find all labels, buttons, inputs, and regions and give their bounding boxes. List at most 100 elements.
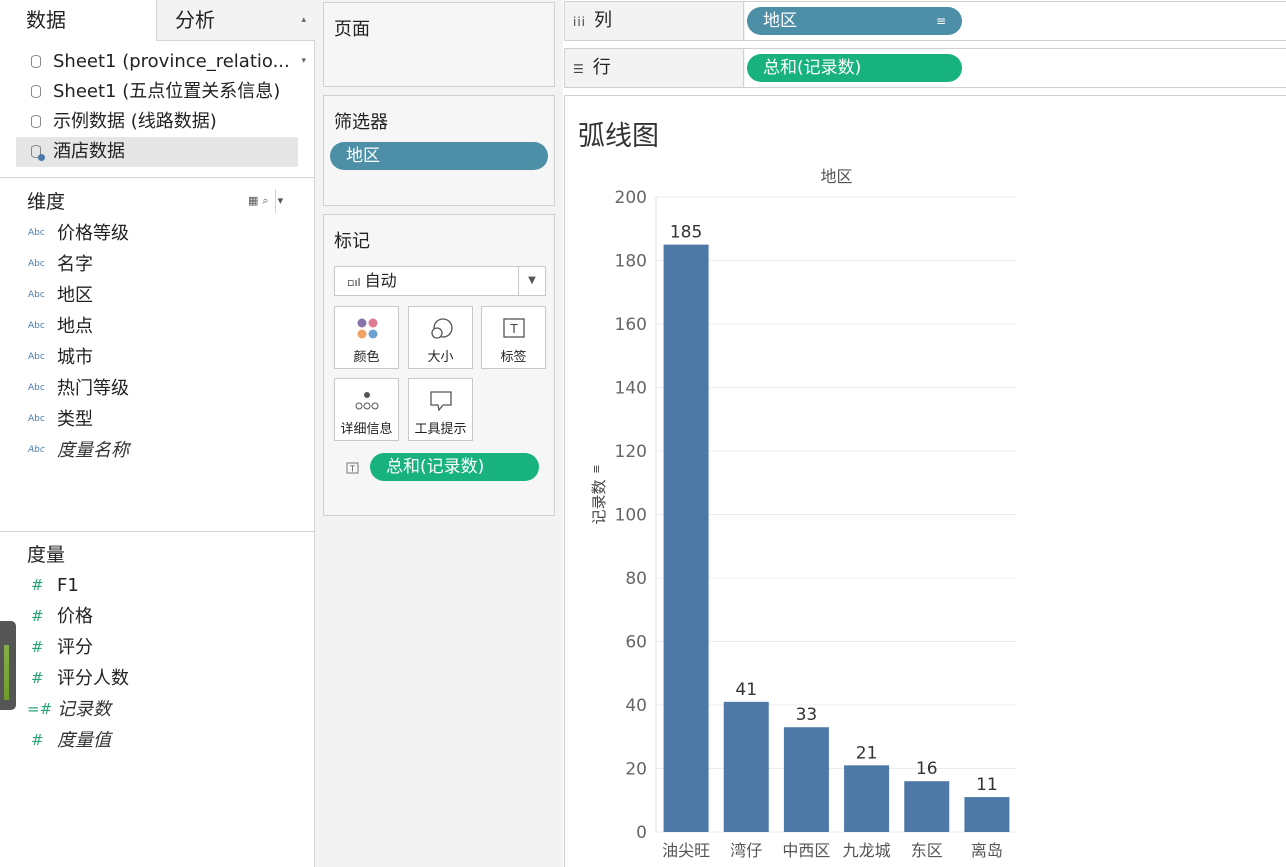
datasource-item-active[interactable]: 酒店数据: [16, 137, 298, 167]
string-type-icon: Abc: [28, 259, 45, 269]
y-tick-label: 160: [615, 315, 647, 335]
measure-field[interactable]: =# 记录数: [27, 694, 307, 725]
datasource-item[interactable]: Sheet1 (province_relatio...: [16, 47, 298, 77]
number-type-icon: #: [31, 607, 44, 625]
field-label: 类型: [57, 409, 93, 430]
tab-data[interactable]: 数据: [0, 0, 156, 41]
bar[interactable]: [844, 765, 890, 832]
x-tick-label: 中西区: [782, 841, 830, 860]
field-label: 度量值: [57, 730, 111, 751]
field-label: F1: [57, 575, 79, 596]
database-active-icon: [31, 145, 45, 161]
y-tick-label: 200: [615, 188, 647, 208]
string-type-icon: Abc: [28, 290, 45, 300]
filter-pill[interactable]: 地区: [330, 142, 548, 170]
calculated-number-icon: =#: [27, 700, 53, 718]
divider: [0, 531, 315, 532]
string-type-icon: Abc: [28, 228, 45, 238]
y-tick-label: 120: [615, 442, 647, 462]
database-icon: [31, 85, 41, 98]
number-type-icon: #: [31, 638, 44, 656]
field-label: 热门等级: [57, 378, 129, 399]
columns-icon: iii: [573, 15, 587, 29]
bar[interactable]: [663, 244, 709, 832]
field-label: 评分人数: [57, 668, 129, 689]
bar-chart-icon: ▫ıl: [347, 276, 361, 289]
field-label: 记录数: [57, 699, 111, 720]
label-pill[interactable]: 总和(记录数): [370, 453, 539, 481]
updown-icon[interactable]: ▴ ▾: [301, 0, 306, 82]
grid-view-icon[interactable]: ▦: [248, 194, 262, 207]
number-type-icon: #: [31, 669, 44, 687]
datasource-item[interactable]: 示例数据 (线路数据): [16, 107, 298, 137]
measure-field[interactable]: # F1: [27, 570, 307, 601]
side-widget-handle[interactable]: [0, 621, 16, 710]
size-button[interactable]: 大小: [408, 306, 473, 369]
pages-title: 页面: [334, 19, 370, 40]
rows-drop-area[interactable]: 总和(记录数): [745, 49, 1286, 87]
number-type-icon: #: [31, 576, 44, 594]
divider: [0, 177, 315, 178]
y-tick-label: 180: [615, 252, 647, 272]
field-label: 度量名称: [57, 440, 129, 461]
y-tick-label: 80: [625, 569, 647, 589]
dimension-field[interactable]: Abc 度量名称: [27, 435, 307, 466]
columns-shelf-label: iii 列: [565, 2, 744, 40]
field-label: 价格: [57, 606, 93, 627]
dimension-field[interactable]: Abc 地点: [27, 311, 307, 342]
text-label-icon: T: [346, 462, 359, 474]
tab-analysis[interactable]: 分析 ▴ ▾: [156, 0, 315, 66]
mark-type-dropdown[interactable]: ▫ıl 自动 ▼: [334, 266, 546, 296]
dimension-field[interactable]: Abc 价格等级: [27, 218, 307, 249]
bar[interactable]: [904, 781, 950, 832]
y-tick-label: 20: [625, 760, 647, 780]
dimension-tools: ▦⌕ ▾: [248, 189, 287, 213]
string-type-icon: Abc: [28, 414, 45, 424]
dimension-field[interactable]: Abc 地区: [27, 280, 307, 311]
bar[interactable]: [723, 701, 769, 832]
string-type-icon: Abc: [28, 352, 45, 362]
string-type-icon: Abc: [28, 383, 45, 393]
dimension-field[interactable]: Abc 城市: [27, 342, 307, 373]
x-tick-label: 湾仔: [730, 841, 762, 860]
columns-pill[interactable]: 地区 ≡: [747, 7, 962, 35]
dimension-field[interactable]: Abc 热门等级: [27, 373, 307, 404]
data-label: 21: [856, 743, 878, 763]
datasource-label: 酒店数据: [53, 141, 125, 162]
label-button[interactable]: T 标签: [481, 306, 546, 369]
filters-title: 筛选器: [334, 112, 388, 133]
field-label: 城市: [57, 347, 93, 368]
search-icon[interactable]: ⌕: [262, 194, 272, 207]
rows-shelf: ☰ 行 总和(记录数): [564, 48, 1286, 88]
tooltip-button[interactable]: 工具提示: [408, 378, 473, 441]
color-icon: [357, 318, 378, 339]
dimension-field[interactable]: Abc 类型: [27, 404, 307, 435]
datasource-item[interactable]: Sheet1 (五点位置关系信息): [16, 77, 298, 107]
measure-field[interactable]: # 价格: [27, 601, 307, 632]
string-type-icon: Abc: [28, 445, 45, 455]
field-label: 名字: [57, 254, 93, 275]
dimensions-title: 维度: [27, 191, 66, 213]
x-tick-label: 东区: [911, 841, 943, 860]
chevron-down-icon[interactable]: ▾: [278, 194, 288, 207]
data-label: 11: [976, 775, 998, 795]
measure-field[interactable]: # 度量值: [27, 725, 307, 756]
pages-card[interactable]: 页面: [323, 2, 555, 87]
bar[interactable]: [964, 797, 1010, 832]
sort-icon[interactable]: ≡: [590, 464, 603, 473]
rows-pill[interactable]: 总和(记录数): [747, 54, 962, 82]
dimension-field[interactable]: Abc 名字: [27, 249, 307, 280]
filters-card[interactable]: 筛选器 地区: [323, 95, 555, 206]
measure-field[interactable]: # 评分: [27, 632, 307, 663]
detail-button[interactable]: 详细信息: [334, 378, 399, 441]
data-label: 16: [916, 759, 938, 779]
y-tick-label: 40: [625, 696, 647, 716]
mark-type-label: 自动: [364, 271, 397, 290]
bar[interactable]: [783, 727, 829, 832]
size-label: 大小: [427, 350, 454, 365]
color-button[interactable]: 颜色: [334, 306, 399, 369]
measure-field[interactable]: # 评分人数: [27, 663, 307, 694]
dimension-list: Abc 价格等级 Abc 名字 Abc 地区 Abc 地点 Abc 城市 Abc 热门等级 …: [27, 218, 307, 466]
field-label: 价格等级: [57, 223, 129, 244]
columns-drop-area[interactable]: 地区 ≡: [745, 2, 1286, 40]
